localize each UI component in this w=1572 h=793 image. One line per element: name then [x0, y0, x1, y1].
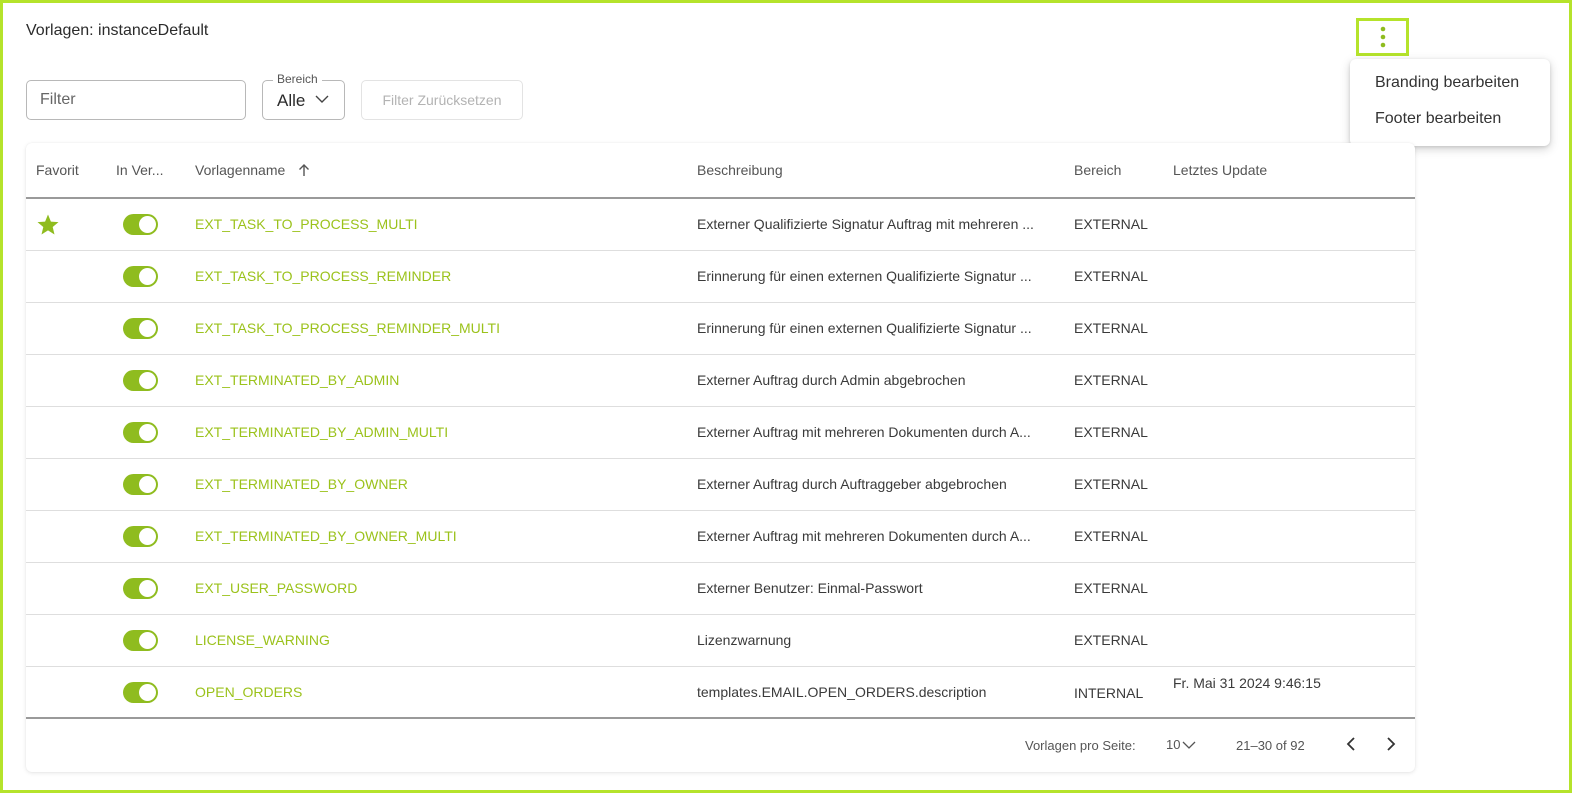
template-scope: EXTERNAL — [1074, 528, 1148, 544]
reset-filter-button[interactable]: Filter Zurücksetzen — [361, 80, 523, 120]
template-name-link[interactable]: EXT_USER_PASSWORD — [195, 580, 357, 596]
rows-per-page-value: 10 — [1166, 737, 1181, 752]
table-body: EXT_TASK_TO_PROCESS_MULTI Externer Quali… — [26, 199, 1415, 719]
enabled-toggle[interactable] — [123, 578, 158, 599]
enabled-toggle[interactable] — [123, 318, 158, 339]
more-menu: Branding bearbeiten Footer bearbeiten — [1350, 59, 1550, 146]
template-description: Externer Auftrag durch Auftraggeber abge… — [697, 476, 1007, 492]
templates-table: Favorit In Ver... Vorlagenname Beschreib… — [26, 143, 1415, 772]
template-scope: EXTERNAL — [1074, 632, 1148, 648]
table-row[interactable]: EXT_TERMINATED_BY_OWNER Externer Auftrag… — [26, 459, 1415, 511]
enabled-toggle[interactable] — [123, 214, 158, 235]
pagination: Vorlagen pro Seite: 10 21–30 of 92 — [26, 720, 1415, 772]
template-name-link[interactable]: EXT_TERMINATED_BY_OWNER_MULTI — [195, 528, 457, 544]
enabled-toggle[interactable] — [123, 682, 158, 703]
header-updated[interactable]: Letztes Update — [1173, 162, 1267, 178]
template-scope: EXTERNAL — [1074, 372, 1148, 388]
template-name-link[interactable]: EXT_TASK_TO_PROCESS_MULTI — [195, 216, 418, 232]
star-icon[interactable] — [36, 213, 60, 237]
template-name-link[interactable]: EXT_TERMINATED_BY_OWNER — [195, 476, 408, 492]
rows-per-page-select[interactable]: 10 — [1166, 737, 1196, 752]
sort-ascending-icon[interactable] — [298, 163, 310, 177]
table-row[interactable]: EXT_TERMINATED_BY_OWNER_MULTI Externer A… — [26, 511, 1415, 563]
template-updated: Fr. Mai 31 2024 9:46:15 — [1173, 675, 1321, 691]
table-row[interactable]: EXT_TASK_TO_PROCESS_MULTI Externer Quali… — [26, 199, 1415, 251]
more-vert-icon — [1380, 26, 1385, 48]
chevron-right-icon[interactable] — [1384, 736, 1398, 752]
table-row[interactable]: EXT_TASK_TO_PROCESS_REMINDER Erinnerung … — [26, 251, 1415, 303]
template-description: Externer Auftrag mit mehreren Dokumenten… — [697, 424, 1031, 440]
enabled-toggle[interactable] — [123, 422, 158, 443]
table-row[interactable]: EXT_TERMINATED_BY_ADMIN_MULTI Externer A… — [26, 407, 1415, 459]
template-scope: EXTERNAL — [1074, 580, 1148, 596]
template-name-link[interactable]: EXT_TERMINATED_BY_ADMIN_MULTI — [195, 424, 448, 440]
scope-select[interactable]: Bereich Alle — [262, 72, 345, 120]
page-range: 21–30 of 92 — [1236, 738, 1305, 753]
template-description: Lizenzwarnung — [697, 632, 792, 648]
template-description: Erinnerung für einen externen Qualifizie… — [697, 268, 1032, 284]
enabled-toggle[interactable] — [123, 630, 158, 651]
template-name-link[interactable]: EXT_TASK_TO_PROCESS_REMINDER_MULTI — [195, 320, 500, 336]
template-name-link[interactable]: EXT_TERMINATED_BY_ADMIN — [195, 372, 399, 388]
template-scope: EXTERNAL — [1074, 320, 1148, 336]
header-description[interactable]: Beschreibung — [697, 162, 783, 178]
page-title: Vorlagen: instanceDefault — [26, 22, 209, 39]
enabled-toggle[interactable] — [123, 370, 158, 391]
template-scope: INTERNAL — [1074, 685, 1144, 701]
template-description: Externer Qualifizierte Signatur Auftrag … — [697, 216, 1034, 232]
table-row[interactable]: OPEN_ORDERS templates.EMAIL.OPEN_ORDERS.… — [26, 667, 1415, 719]
template-scope: EXTERNAL — [1074, 476, 1148, 492]
template-name-link[interactable]: LICENSE_WARNING — [195, 632, 330, 648]
scope-select-label: Bereich — [273, 72, 322, 86]
header-favorite[interactable]: Favorit — [36, 162, 79, 178]
template-description: Externer Benutzer: Einmal-Passwort — [697, 580, 923, 596]
table-header: Favorit In Ver... Vorlagenname Beschreib… — [26, 143, 1415, 199]
header-name[interactable]: Vorlagenname — [195, 162, 285, 178]
enabled-toggle[interactable] — [123, 266, 158, 287]
template-scope: EXTERNAL — [1074, 216, 1148, 232]
template-description: Erinnerung für einen externen Qualifizie… — [697, 320, 1032, 336]
template-name-link[interactable]: OPEN_ORDERS — [195, 684, 302, 700]
table-row[interactable]: LICENSE_WARNING Lizenzwarnung EXTERNAL — [26, 615, 1415, 667]
template-name-link[interactable]: EXT_TASK_TO_PROCESS_REMINDER — [195, 268, 451, 284]
template-description: templates.EMAIL.OPEN_ORDERS.description — [697, 684, 987, 700]
header-in-use[interactable]: In Ver... — [116, 162, 163, 178]
chevron-down-icon — [1182, 741, 1196, 749]
chevron-left-icon[interactable] — [1344, 736, 1358, 752]
template-description: Externer Auftrag durch Admin abgebrochen — [697, 372, 966, 388]
chevron-down-icon — [315, 95, 329, 103]
menu-item-footer[interactable]: Footer bearbeiten — [1350, 105, 1550, 141]
header-scope[interactable]: Bereich — [1074, 162, 1121, 178]
enabled-toggle[interactable] — [123, 526, 158, 547]
scope-select-value: Alle — [277, 91, 306, 110]
template-scope: EXTERNAL — [1074, 268, 1148, 284]
table-row[interactable]: EXT_TASK_TO_PROCESS_REMINDER_MULTI Erinn… — [26, 303, 1415, 355]
enabled-toggle[interactable] — [123, 474, 158, 495]
table-row[interactable]: EXT_USER_PASSWORD Externer Benutzer: Ein… — [26, 563, 1415, 615]
more-menu-button[interactable] — [1356, 18, 1409, 56]
filter-input[interactable] — [26, 80, 246, 120]
template-scope: EXTERNAL — [1074, 424, 1148, 440]
rows-per-page-label: Vorlagen pro Seite: — [1025, 738, 1136, 753]
template-description: Externer Auftrag mit mehreren Dokumenten… — [697, 528, 1031, 544]
table-row[interactable]: EXT_TERMINATED_BY_ADMIN Externer Auftrag… — [26, 355, 1415, 407]
menu-item-branding[interactable]: Branding bearbeiten — [1350, 69, 1550, 105]
